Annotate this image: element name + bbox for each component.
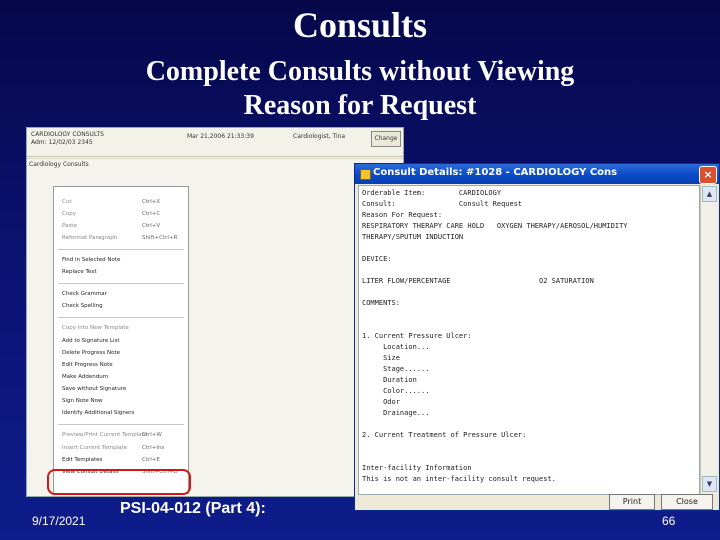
menu-shortcut: Ctrl+E: [142, 457, 160, 463]
provider-name: Cardiologist, Tina: [293, 133, 346, 140]
menu-item[interactable]: Edit Progress Note: [62, 362, 113, 368]
menu-shortcut: Ctrl+X: [142, 199, 161, 205]
menu-item[interactable]: Find in Selected Note: [62, 257, 120, 263]
detail-line: RESPIRATORY THERAPY CARE HOLD OXYGEN THE…: [362, 222, 628, 230]
vertical-scrollbar[interactable]: ▲ ▼: [700, 185, 717, 493]
menu-item[interactable]: Make Addendum: [62, 374, 108, 380]
menu-shortcut: Shift+Ctrl+R: [142, 235, 178, 241]
footer-doc-id: PSI-04-012 (Part 4):: [120, 500, 266, 517]
detail-line: THERAPY/SPUTUM INDUCTION: [362, 233, 464, 241]
detail-line: Odor: [362, 398, 400, 406]
page-number: 66: [662, 514, 676, 528]
change-button[interactable]: Change: [371, 131, 401, 147]
detail-line: Orderable Item: CARDIOLOGY: [362, 189, 502, 197]
detail-line: Reason For Request:: [362, 211, 443, 219]
slide-subtitle-line2: Reason for Request: [243, 90, 477, 121]
detail-line: DEVICE:: [362, 255, 392, 263]
detail-line: LITER FLOW/PERCENTAGE O2 SATURATION: [362, 277, 594, 285]
close-button[interactable]: Close: [661, 494, 713, 510]
patient-name[interactable]: CARDIOLOGY CONSULTS: [31, 131, 104, 138]
menu-item[interactable]: Replace Text: [62, 269, 97, 275]
print-button[interactable]: Print: [609, 494, 655, 510]
consult-details-text: Orderable Item: CARDIOLOGY Consult: Consu…: [358, 185, 700, 495]
menu-item[interactable]: Check Spelling: [62, 303, 103, 309]
menu-shortcut: Ctrl+W: [142, 432, 162, 438]
menu-item[interactable]: Check Grammar: [62, 291, 107, 297]
menu-item[interactable]: Copy: [62, 211, 76, 217]
dialog-title: Consult Details: #1028 - CARDIOLOGY Cons: [373, 167, 618, 178]
detail-line: Size: [362, 354, 400, 362]
detail-line: 2. Current Treatment of Pressure Ulcer:: [362, 431, 527, 439]
admission-info: Adm: 12/02/03 2345: [31, 139, 93, 146]
detail-line: Duration: [362, 376, 417, 384]
menu-shortcut: Ctrl+Ins: [142, 445, 165, 451]
menu-item[interactable]: Preview/Print Current Template: [62, 432, 147, 438]
detail-line: Stage......: [362, 365, 430, 373]
slide-subtitle-line1: Complete Consults without Viewing: [145, 56, 575, 87]
menu-item[interactable]: Edit Templates: [62, 457, 102, 463]
menu-item[interactable]: Add to Signature List: [62, 338, 120, 344]
dialog-button-bar: Print Close: [355, 494, 719, 510]
detail-line: Inter-facility Information: [362, 464, 472, 472]
scroll-up-icon[interactable]: ▲: [702, 186, 717, 202]
footer-date: 9/17/2021: [32, 514, 86, 528]
menu-item[interactable]: Paste: [62, 223, 77, 229]
menu-shortcut: Ctrl+V: [142, 223, 161, 229]
menu-item[interactable]: Sign Note Now: [62, 398, 103, 404]
menu-separator: [58, 249, 184, 250]
menu-item[interactable]: Save without Signature: [62, 386, 126, 392]
menu-separator: [58, 317, 184, 318]
menu-item[interactable]: Insert Current Template: [62, 445, 127, 451]
menu-item[interactable]: Cut: [62, 199, 71, 205]
tab-cardiology-consults[interactable]: Cardiology Consults: [29, 161, 89, 168]
cprs-notes-screenshot: CARDIOLOGY CONSULTS Adm: 12/02/03 2345 M…: [26, 127, 404, 497]
menu-separator: [58, 283, 184, 284]
context-menu: Cut Ctrl+X Copy Ctrl+C Paste Ctrl+V Reformat P…: [53, 186, 189, 494]
view-consult-details-highlight: [47, 469, 191, 495]
menu-item[interactable]: Identify Additional Signers: [62, 410, 134, 416]
slide-title: Consults: [292, 5, 428, 45]
patient-header: CARDIOLOGY CONSULTS Adm: 12/02/03 2345 M…: [27, 128, 403, 157]
detail-line: Color......: [362, 387, 430, 395]
close-icon[interactable]: ×: [699, 166, 717, 184]
menu-item[interactable]: Copy into New Template: [62, 325, 129, 331]
detail-line: Drainage...: [362, 409, 430, 417]
dialog-titlebar[interactable]: Consult Details: #1028 - CARDIOLOGY Cons…: [355, 164, 719, 184]
menu-item[interactable]: Delete Progress Note: [62, 350, 120, 356]
consult-icon: [360, 169, 371, 180]
divider: [27, 158, 403, 159]
scroll-down-icon[interactable]: ▼: [702, 476, 717, 492]
menu-shortcut: Ctrl+C: [142, 211, 161, 217]
menu-item[interactable]: Reformat Paragraph: [62, 235, 117, 241]
detail-line: This is not an inter-facility consult re…: [362, 475, 556, 483]
detail-line: 1. Current Pressure Ulcer:: [362, 332, 472, 340]
detail-line: Consult: Consult Request: [362, 200, 523, 208]
detail-line: Location...: [362, 343, 430, 351]
consult-details-dialog: Consult Details: #1028 - CARDIOLOGY Cons…: [354, 163, 720, 511]
menu-separator: [58, 424, 184, 425]
detail-line: COMMENTS:: [362, 299, 400, 307]
encounter-date: Mar 21,2006 21:33:39: [187, 133, 254, 140]
